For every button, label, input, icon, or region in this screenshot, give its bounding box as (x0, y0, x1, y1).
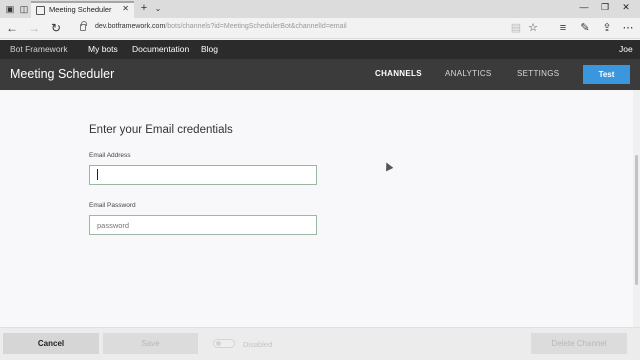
url-field[interactable]: dev.botframework.com/bots/channels?id=Me… (95, 23, 347, 30)
minimize-icon[interactable]: — (578, 2, 590, 12)
tab-preview-icon[interactable]: ◫ (18, 3, 30, 15)
toggle-knob (216, 341, 221, 346)
scroll-thumb[interactable] (635, 155, 638, 285)
hub-icon[interactable]: ≡ (556, 21, 570, 35)
bot-title: Meeting Scheduler (10, 67, 115, 81)
back-icon[interactable]: ← (5, 21, 19, 35)
url-path: /bots/channels?id=MeetingSchedulerBot&ch… (165, 23, 347, 30)
more-icon[interactable]: ⋯ (621, 21, 635, 35)
refresh-icon[interactable]: ↻ (49, 21, 63, 35)
new-tab-icon[interactable]: + (138, 2, 150, 14)
favorite-star-icon[interactable]: ☆ (526, 21, 540, 35)
tab-title: Meeting Scheduler (49, 5, 112, 14)
share-icon[interactable]: ⇪ (600, 21, 614, 35)
email-field[interactable] (89, 165, 317, 185)
save-button[interactable]: Save (103, 333, 198, 354)
close-tab-icon[interactable]: ✕ (122, 4, 129, 13)
site-nav: Bot Framework My bots Documentation Blog… (0, 40, 640, 59)
password-label: Email Password (89, 202, 136, 209)
url-host: dev.botframework.com (95, 23, 166, 30)
page-scrollbar[interactable] (633, 90, 640, 327)
brand-link[interactable]: Bot Framework (10, 44, 68, 54)
page-favicon-icon (36, 6, 45, 15)
web-note-icon[interactable]: ✎ (578, 21, 592, 35)
footer-bar: Cancel Save Disabled Delete Channel (0, 327, 640, 360)
delete-channel-button[interactable]: Delete Channel (531, 333, 627, 354)
user-name[interactable]: Joe (619, 44, 633, 54)
cancel-button[interactable]: Cancel (3, 333, 99, 354)
text-caret (97, 169, 98, 180)
tab-actions-icon[interactable]: ▣ (4, 3, 16, 15)
nav-my-bots[interactable]: My bots (88, 44, 118, 54)
browser-tab[interactable]: Meeting Scheduler ✕ (31, 1, 134, 18)
tab-analytics[interactable]: ANALYTICS (445, 69, 492, 78)
forward-icon[interactable]: → (27, 21, 41, 35)
password-field[interactable] (89, 215, 317, 235)
window-close-icon[interactable]: ✕ (620, 2, 632, 13)
browser-tab-bar: ▣ ◫ Meeting Scheduler ✕ + ⌄ — ❐ ✕ (0, 0, 640, 18)
nav-blog[interactable]: Blog (201, 44, 218, 54)
address-bar: ← → ↻ dev.botframework.com/bots/channels… (0, 18, 640, 39)
lock-icon (80, 21, 87, 31)
test-button[interactable]: Test (583, 65, 630, 84)
maximize-icon[interactable]: ❐ (599, 2, 611, 13)
toggle-label: Disabled (243, 340, 273, 349)
tab-settings[interactable]: SETTINGS (517, 69, 559, 78)
tab-menu-icon[interactable]: ⌄ (152, 3, 164, 15)
reading-view-icon[interactable]: ▤ (509, 21, 523, 35)
nav-documentation[interactable]: Documentation (132, 44, 189, 54)
email-label: Email Address (89, 152, 131, 159)
tab-channels[interactable]: CHANNELS (375, 69, 422, 78)
enable-toggle[interactable] (213, 339, 235, 348)
form-title: Enter your Email credentials (89, 124, 233, 136)
bot-header: Meeting Scheduler CHANNELS ANALYTICS SET… (0, 59, 640, 90)
